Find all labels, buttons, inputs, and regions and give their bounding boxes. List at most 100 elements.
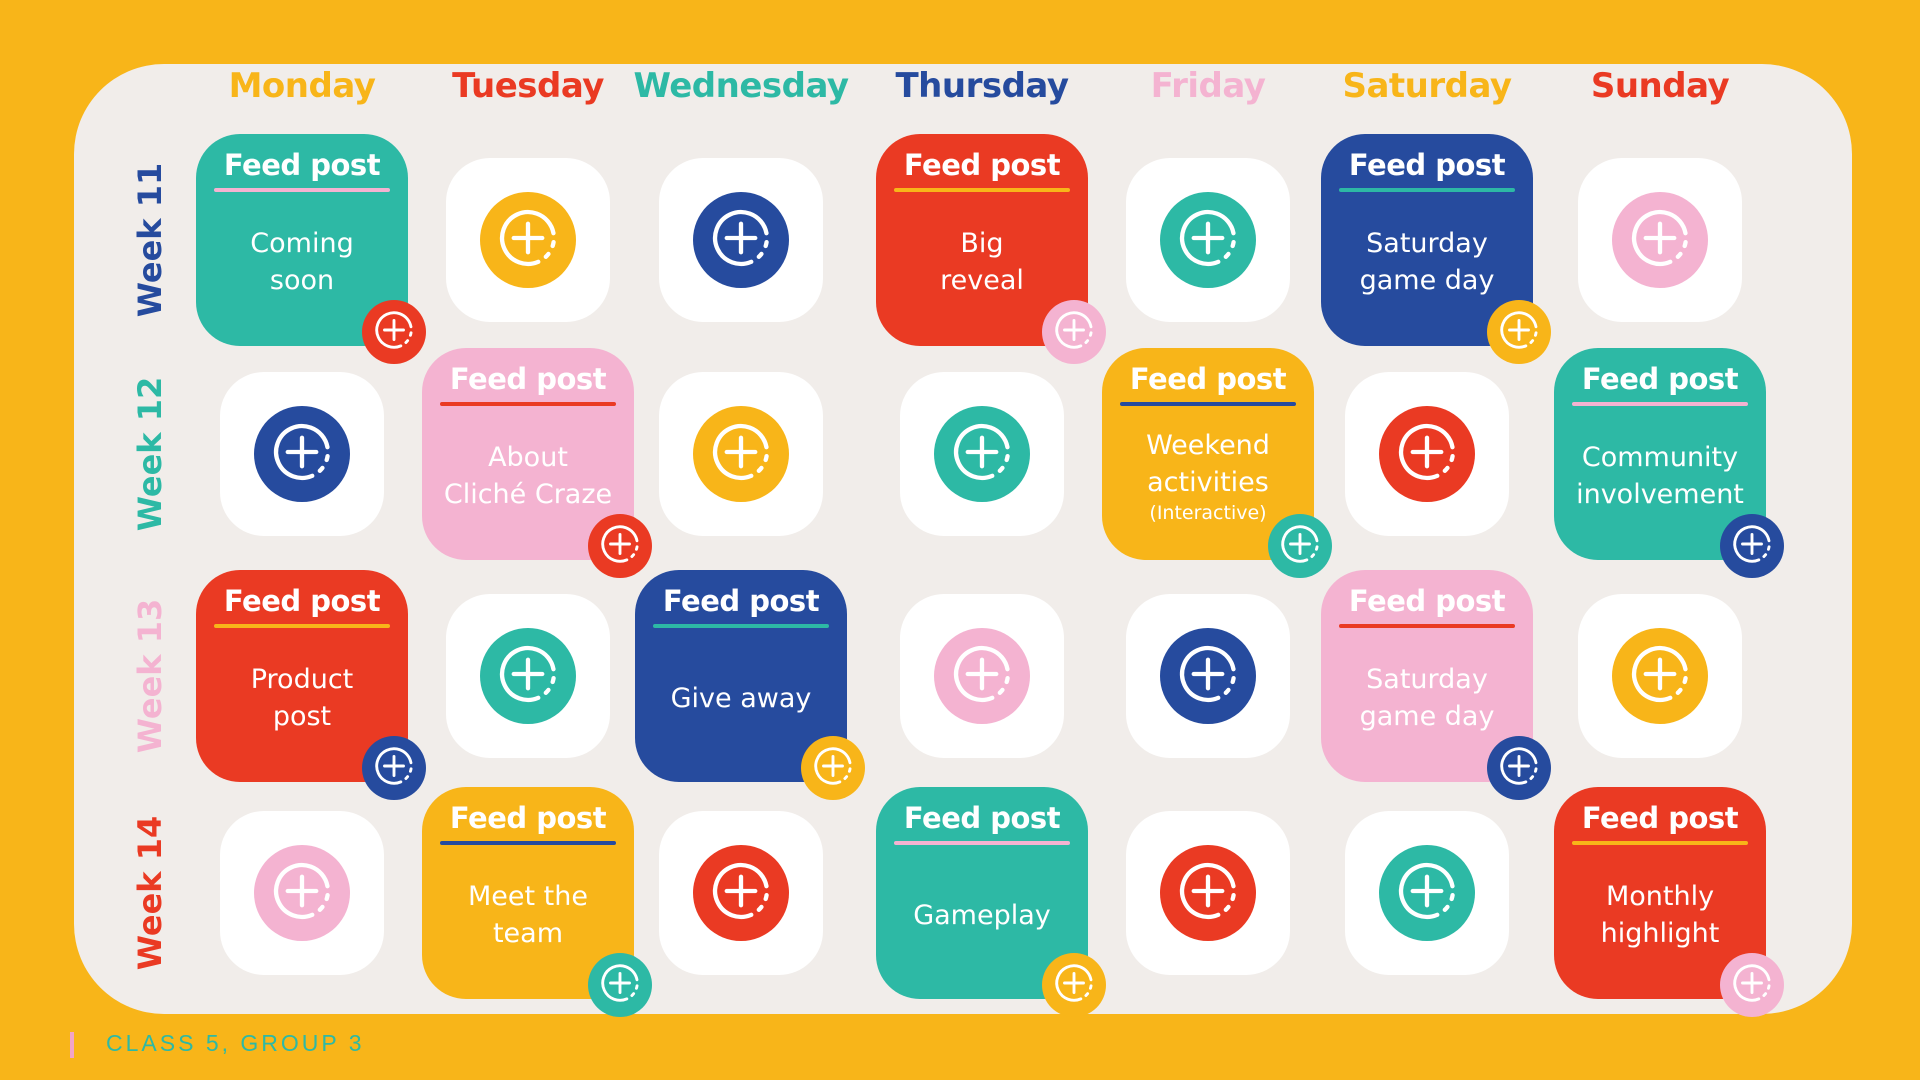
add-circle-icon <box>1391 855 1463 931</box>
add-post-button[interactable] <box>1612 192 1708 288</box>
post-add-badge[interactable] <box>362 736 426 800</box>
day-header-monday: Monday <box>228 66 376 106</box>
add-circle-icon <box>705 855 777 931</box>
post-title-underline <box>440 841 616 845</box>
add-circle-icon <box>705 416 777 492</box>
post-add-badge[interactable] <box>1042 953 1106 1017</box>
add-post-button[interactable] <box>693 192 789 288</box>
add-circle-icon <box>946 416 1018 492</box>
add-circle-icon <box>370 306 418 358</box>
add-post-button[interactable] <box>1160 192 1256 288</box>
empty-slot-tile[interactable] <box>659 372 823 536</box>
add-circle-icon <box>492 638 564 714</box>
post-title-underline <box>894 841 1070 845</box>
add-circle-icon <box>1728 520 1776 572</box>
post-add-badge[interactable] <box>588 953 652 1017</box>
empty-slot-tile[interactable] <box>446 158 610 322</box>
empty-slot-tile[interactable] <box>1578 158 1742 322</box>
add-post-button[interactable] <box>693 845 789 941</box>
post-caption-text: Gameplay <box>913 899 1051 931</box>
day-header-sunday: Sunday <box>1590 66 1730 106</box>
post-title-underline <box>214 188 390 192</box>
post-add-badge[interactable] <box>1720 514 1784 578</box>
empty-slot-tile[interactable] <box>1345 372 1509 536</box>
empty-slot-tile[interactable] <box>900 594 1064 758</box>
post-title-underline <box>440 402 616 406</box>
post-title: Feed post <box>1129 362 1287 396</box>
add-post-button[interactable] <box>480 192 576 288</box>
post-add-badge[interactable] <box>801 736 865 800</box>
empty-slot-tile[interactable] <box>446 594 610 758</box>
empty-slot-tile[interactable] <box>1578 594 1742 758</box>
add-circle-icon <box>596 959 644 1011</box>
day-header-friday: Friday <box>1150 66 1266 106</box>
post-title: Feed post <box>903 801 1061 835</box>
empty-slot-tile[interactable] <box>220 811 384 975</box>
post-title-underline <box>1339 624 1515 628</box>
empty-slot-tile[interactable] <box>659 811 823 975</box>
add-circle-icon <box>1495 742 1543 794</box>
add-post-button[interactable] <box>693 406 789 502</box>
day-header-saturday: Saturday <box>1342 66 1512 106</box>
empty-slot-tile[interactable] <box>1126 594 1290 758</box>
post-caption-text: Saturday game day <box>1359 228 1495 296</box>
add-post-button[interactable] <box>1612 628 1708 724</box>
post-add-badge[interactable] <box>588 514 652 578</box>
empty-slot-tile[interactable] <box>900 372 1064 536</box>
add-circle-icon <box>1276 520 1324 572</box>
post-caption-text: Product post <box>250 664 354 732</box>
post-title: Feed post <box>1581 362 1739 396</box>
empty-slot-tile[interactable] <box>1126 811 1290 975</box>
post-caption-text: About Cliché Craze <box>443 442 613 510</box>
post-caption-text: Saturday game day <box>1359 664 1495 732</box>
post-caption-text: Big reveal <box>940 228 1024 296</box>
add-post-button[interactable] <box>934 628 1030 724</box>
add-post-button[interactable] <box>1379 845 1475 941</box>
add-post-button[interactable] <box>1379 406 1475 502</box>
add-circle-icon <box>809 742 857 794</box>
add-circle-icon <box>1624 202 1696 278</box>
add-post-button[interactable] <box>934 406 1030 502</box>
post-add-badge[interactable] <box>1268 514 1332 578</box>
add-circle-icon <box>370 742 418 794</box>
add-circle-icon <box>1172 855 1244 931</box>
add-post-button[interactable] <box>1160 628 1256 724</box>
add-post-button[interactable] <box>480 628 576 724</box>
week-label-13: Week 13 <box>131 598 169 754</box>
post-title-underline <box>1572 402 1748 406</box>
post-title-underline <box>894 188 1070 192</box>
empty-slot-tile[interactable] <box>659 158 823 322</box>
day-header-tuesday: Tuesday <box>452 66 604 106</box>
add-circle-icon <box>266 416 338 492</box>
post-add-badge[interactable] <box>1487 736 1551 800</box>
post-title: Feed post <box>1348 584 1506 618</box>
post-title-underline <box>1120 402 1296 406</box>
add-circle-icon <box>492 202 564 278</box>
empty-slot-tile[interactable] <box>1126 158 1290 322</box>
week-label-11: Week 11 <box>131 162 169 318</box>
empty-slot-tile[interactable] <box>220 372 384 536</box>
add-circle-icon <box>1728 959 1776 1011</box>
post-title: Feed post <box>662 584 820 618</box>
post-title: Feed post <box>449 362 607 396</box>
footer-label: CLASS 5, GROUP 3 <box>106 1030 365 1056</box>
post-add-badge[interactable] <box>1720 953 1784 1017</box>
post-add-badge[interactable] <box>362 300 426 364</box>
post-add-badge[interactable] <box>1487 300 1551 364</box>
post-caption-text: Give away <box>670 682 812 714</box>
post-title-underline <box>653 624 829 628</box>
add-post-button[interactable] <box>1160 845 1256 941</box>
post-title: Feed post <box>449 801 607 835</box>
add-post-button[interactable] <box>254 406 350 502</box>
post-caption-text: Weekend activities <box>1146 430 1270 498</box>
footer-accent-bar <box>70 1032 74 1058</box>
day-header-wednesday: Wednesday <box>633 66 849 106</box>
post-caption-text: Coming soon <box>250 228 354 296</box>
empty-slot-tile[interactable] <box>1345 811 1509 975</box>
post-title-underline <box>1572 841 1748 845</box>
add-post-button[interactable] <box>254 845 350 941</box>
post-caption-text: Meet the team <box>468 881 588 949</box>
week-label-12: Week 12 <box>131 376 169 532</box>
post-title: Feed post <box>223 148 381 182</box>
post-add-badge[interactable] <box>1042 300 1106 364</box>
